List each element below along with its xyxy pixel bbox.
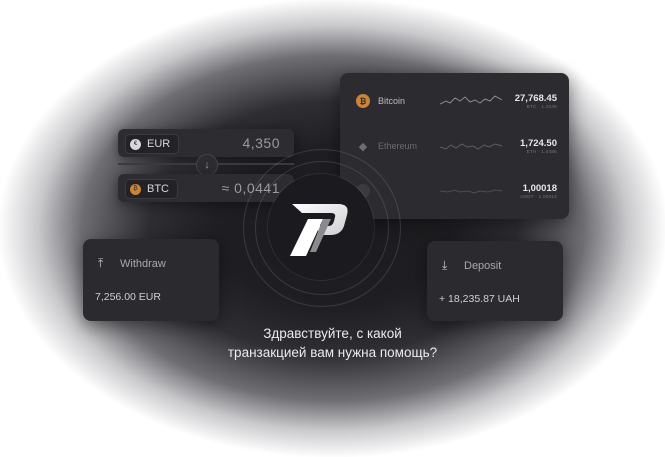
greeting-line-1: Здравствуйте, с какой (263, 326, 402, 341)
deposit-label: Deposit (464, 259, 502, 272)
crypto-row-ethereum[interactable]: ◆ Ethereum 1,724.50 ETH · 1.0486 (356, 131, 557, 161)
bitcoin-icon: ₿ (130, 183, 141, 195)
greeting-line-2: транзакцией вам нужна помощь? (227, 345, 438, 360)
sparkline (440, 189, 502, 194)
upload-icon: ⤒ (98, 256, 104, 270)
crypto-sub: ETH · 1.0486 (526, 149, 557, 154)
withdraw-label: Withdraw (120, 257, 166, 270)
deposit-card[interactable]: ⤓ Deposit + 18,235.87 UAH (427, 241, 563, 321)
crypto-value: 27,768.45 (514, 93, 557, 104)
sparkline (440, 95, 502, 105)
amount-input[interactable]: 4,350 (242, 135, 280, 151)
download-icon: ⤓ (442, 258, 448, 272)
crypto-name: Bitcoin (378, 96, 406, 106)
deposit-amount: + 18,235.87 UAH (439, 293, 520, 305)
euro-icon: € (130, 138, 141, 150)
crypto-row-bitcoin[interactable]: ₿ Bitcoin 27,768.45 BTC · 1.2048 (356, 86, 557, 116)
bitcoin-icon: ₿ (356, 94, 370, 108)
crypto-value: 1,00018 (522, 183, 557, 194)
currency-select-from[interactable]: € EUR (125, 134, 180, 154)
withdraw-card[interactable]: ⤒ Withdraw 7,256.00 EUR (83, 239, 219, 321)
logo-mark-icon (290, 204, 348, 256)
currency-code: BTC (147, 183, 169, 195)
sparkline (440, 143, 502, 150)
currency-code: EUR (147, 138, 171, 150)
swap-button[interactable]: ↓ (196, 154, 218, 176)
currency-select-to[interactable]: ₿ BTC (125, 179, 178, 199)
crypto-value: 1,724.50 (520, 138, 557, 149)
ethereum-icon: ◆ (358, 140, 368, 153)
exchange-from-row[interactable]: € EUR 4,350 (118, 129, 294, 157)
app-logo (268, 174, 374, 280)
crypto-sub: BTC · 1.2048 (526, 104, 557, 109)
crypto-name: Ethereum (378, 141, 418, 151)
arrow-down-icon: ↓ (204, 159, 210, 171)
withdraw-amount: 7,256.00 EUR (95, 291, 161, 303)
crypto-sub: USDT · 1.00018 (520, 194, 557, 199)
